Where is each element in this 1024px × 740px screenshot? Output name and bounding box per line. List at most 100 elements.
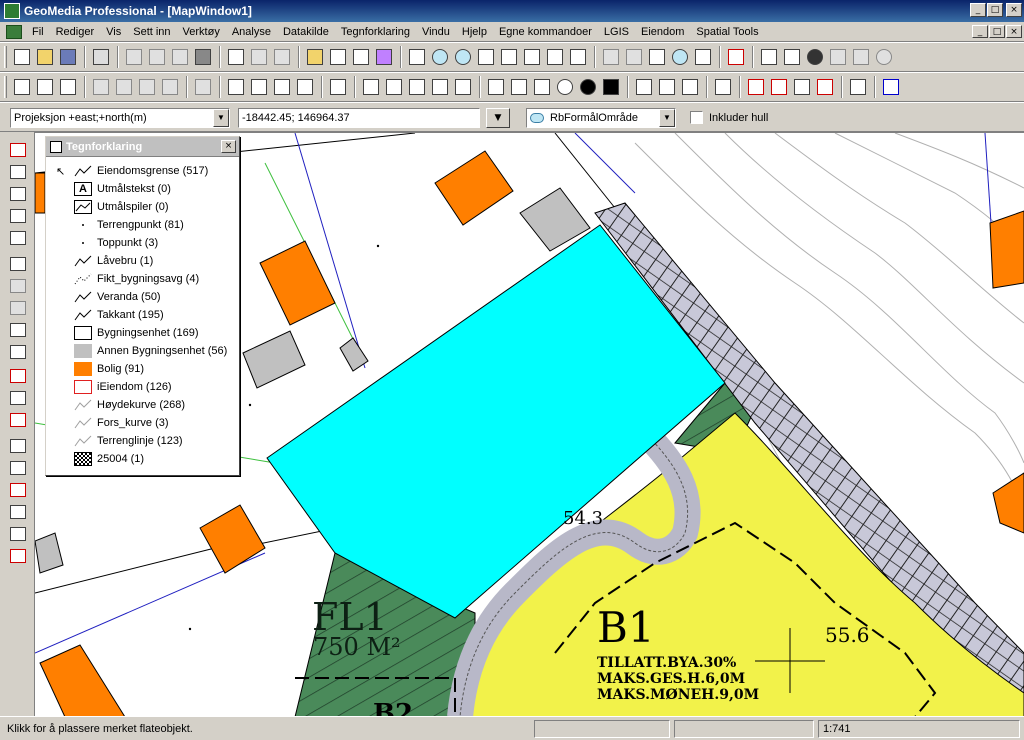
vt-extend-icon[interactable] — [7, 342, 29, 362]
legend-item[interactable]: Toppunkt (3) — [74, 234, 158, 252]
mdi-close-button[interactable]: × — [1006, 25, 1022, 38]
merge-icon[interactable] — [192, 76, 214, 98]
legend-item[interactable]: Fors_kurve (3) — [74, 414, 169, 432]
chevron-down-icon[interactable]: ▼ — [659, 109, 675, 127]
menu-verktoy[interactable]: Verktøy — [177, 26, 226, 38]
intersect-icon[interactable] — [485, 76, 507, 98]
select-set-icon[interactable] — [34, 76, 56, 98]
data-window-icon[interactable] — [646, 46, 668, 68]
map-window-icon[interactable] — [6, 24, 22, 39]
filled-circle-icon[interactable] — [577, 76, 599, 98]
building-residential[interactable] — [989, 210, 1024, 289]
find-icon[interactable] — [669, 46, 691, 68]
building-residential[interactable] — [259, 240, 336, 326]
menu-vindu[interactable]: Vindu — [416, 26, 456, 38]
select-tool-icon[interactable] — [11, 76, 33, 98]
mdi-minimize-button[interactable]: _ — [972, 25, 988, 38]
fit-selected-icon[interactable] — [521, 46, 543, 68]
include-holes-toggle[interactable]: Inkluder hull — [690, 111, 768, 124]
continue-line-icon[interactable] — [712, 76, 734, 98]
insert-feature-icon[interactable] — [225, 76, 247, 98]
legend-item[interactable]: Terrenglinje (123) — [74, 432, 183, 450]
measure-icon[interactable] — [758, 46, 780, 68]
edit-geometry-icon[interactable] — [327, 76, 349, 98]
building-other[interactable] — [35, 532, 64, 574]
columns-icon[interactable] — [113, 76, 135, 98]
vt-label-icon[interactable] — [7, 228, 29, 248]
vt-curve-icon[interactable] — [7, 298, 29, 318]
table-icon[interactable] — [600, 46, 622, 68]
building-residential[interactable] — [992, 472, 1024, 534]
legend-item[interactable]: Høydekurve (268) — [74, 396, 185, 414]
camera-icon[interactable] — [192, 46, 214, 68]
legend-item[interactable]: Fikt_bygningsavg (4) — [74, 270, 199, 288]
menu-eiendom[interactable]: Eiendom — [635, 26, 690, 38]
properties-icon[interactable] — [225, 46, 247, 68]
menu-rediger[interactable]: Rediger — [50, 26, 101, 38]
info-icon[interactable] — [873, 46, 895, 68]
menu-analyse[interactable]: Analyse — [226, 26, 277, 38]
building-residential[interactable] — [39, 644, 125, 716]
copy-icon[interactable] — [146, 46, 168, 68]
rectangle-icon[interactable] — [600, 76, 622, 98]
pan-window-icon[interactable] — [406, 46, 428, 68]
insert-text-icon[interactable] — [248, 76, 270, 98]
connections-icon[interactable] — [850, 46, 872, 68]
copy-feature-icon[interactable] — [633, 76, 655, 98]
refresh-icon[interactable] — [567, 46, 589, 68]
layer-icon[interactable] — [304, 46, 326, 68]
mdi-restore-button[interactable]: □ — [989, 25, 1005, 38]
vt-scale-icon[interactable] — [7, 410, 29, 430]
zoom-in-icon[interactable] — [429, 46, 451, 68]
line-icon[interactable] — [508, 76, 530, 98]
menu-spatial-tools[interactable]: Spatial Tools — [690, 26, 764, 38]
minimize-button[interactable]: _ — [970, 3, 986, 17]
snap-mid-icon[interactable] — [791, 76, 813, 98]
draw-line-icon[interactable] — [360, 76, 382, 98]
vt-snap-icon[interactable] — [7, 480, 29, 500]
previous-view-icon[interactable] — [544, 46, 566, 68]
snap-icon[interactable] — [745, 76, 767, 98]
coordinate-input[interactable]: -18442.45; 146964.37 — [238, 108, 480, 128]
chevron-down-icon[interactable]: ▼ — [213, 109, 229, 127]
globe-icon[interactable] — [804, 46, 826, 68]
vt-construct-icon[interactable] — [7, 436, 29, 456]
close-button[interactable]: × — [1006, 3, 1022, 17]
vt-text-icon[interactable] — [7, 206, 29, 226]
building-other[interactable] — [339, 337, 369, 372]
include-holes-checkbox[interactable] — [690, 111, 703, 124]
legend-item[interactable]: iEiendom (126) — [74, 378, 172, 396]
save-icon[interactable] — [57, 46, 79, 68]
legend-item[interactable]: Eiendomsgrense (517) — [74, 162, 208, 180]
open-icon[interactable] — [34, 46, 56, 68]
legend-icon[interactable] — [327, 46, 349, 68]
circle-icon[interactable] — [554, 76, 576, 98]
building-residential[interactable] — [199, 504, 266, 574]
legend-panel[interactable]: Tegnforklaring × ↖ Eiendomsgrense (517) … — [45, 136, 240, 476]
paste-icon[interactable] — [169, 46, 191, 68]
snap-end-icon[interactable] — [814, 76, 836, 98]
menu-datakilde[interactable]: Datakilde — [277, 26, 335, 38]
vt-delete-icon[interactable] — [7, 366, 29, 386]
vt-fillet-icon[interactable] — [7, 502, 29, 522]
feature-class-select[interactable]: RbFormålOmråde ▼ — [526, 108, 676, 128]
north-arrow-icon[interactable] — [725, 46, 747, 68]
trim-icon[interactable] — [452, 76, 474, 98]
rotate-icon[interactable] — [679, 76, 701, 98]
legend-item[interactable]: Låvebru (1) — [74, 252, 153, 270]
vt-select-icon[interactable] — [7, 184, 29, 204]
vt-edit-icon[interactable] — [7, 162, 29, 182]
menu-fil[interactable]: Fil — [26, 26, 50, 38]
building-residential[interactable] — [434, 150, 514, 226]
arc-icon[interactable] — [531, 76, 553, 98]
projection-select[interactable]: Projeksjon +east;+north(m) ▼ — [10, 108, 230, 128]
vt-continue-icon[interactable] — [7, 254, 29, 274]
vt-arc-icon[interactable] — [7, 276, 29, 296]
thematic-icon[interactable] — [373, 46, 395, 68]
menu-hjelp[interactable]: Hjelp — [456, 26, 493, 38]
insert-icon[interactable] — [136, 76, 158, 98]
query-icon[interactable] — [623, 46, 645, 68]
undo-icon[interactable] — [248, 46, 270, 68]
maximize-button[interactable]: □ — [987, 3, 1003, 17]
zoom-out-icon[interactable] — [452, 46, 474, 68]
